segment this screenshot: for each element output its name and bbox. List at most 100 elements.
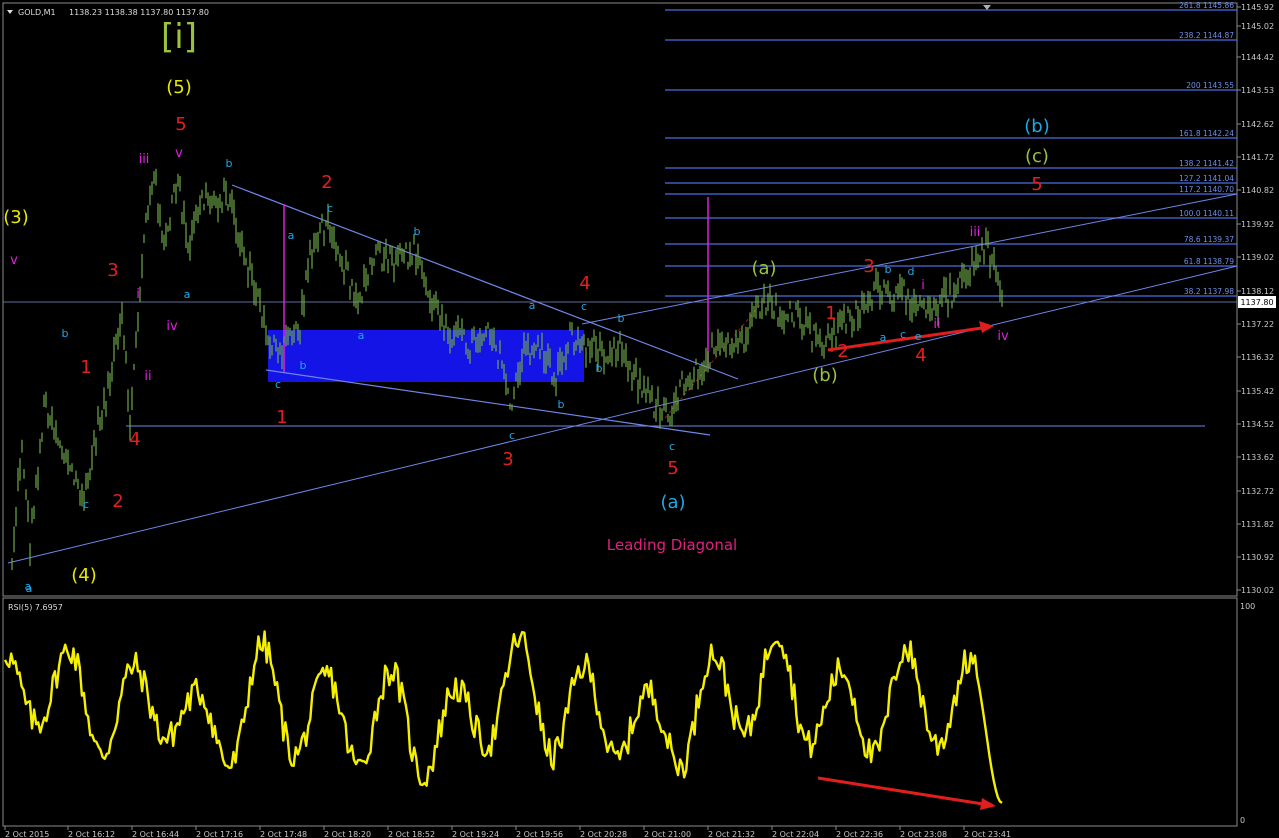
wave-label: 1 xyxy=(825,303,836,324)
wave-label: 1 xyxy=(276,407,287,428)
fib-level-label: 78.6 1139.37 xyxy=(1184,235,1234,244)
wave-label: 4 xyxy=(915,345,926,366)
price-tick-label: 1136.32 xyxy=(1241,353,1274,362)
time-tick-label: 2 Oct 18:20 xyxy=(324,830,371,838)
wave-label: e xyxy=(915,330,922,343)
price-tick-label: 1130.92 xyxy=(1241,553,1274,562)
chart-header[interactable]: GOLD,M1 1138.23 1138.38 1137.80 1137.80 xyxy=(7,8,209,17)
wave-label: b xyxy=(226,157,233,170)
wave-label: ii xyxy=(144,369,151,384)
wave-label: 3 xyxy=(107,260,118,281)
wave-label: iv xyxy=(997,329,1009,344)
wave-label: 1 xyxy=(80,357,91,378)
rsi-title: RSI(5) 7.6957 xyxy=(8,603,63,612)
wave-label: 2 xyxy=(321,172,332,193)
rsi-min-label: 0 xyxy=(1240,816,1245,825)
time-tick-label: 2 Oct 20:28 xyxy=(580,830,627,838)
wave-label: d xyxy=(908,265,915,278)
time-tick-label: 2 Oct 23:08 xyxy=(900,830,947,838)
price-tick-label: 1139.92 xyxy=(1241,220,1274,229)
wave-label: iii xyxy=(970,225,981,240)
fib-level-label: 161.8 1142.24 xyxy=(1179,129,1234,138)
price-tick-label: 1131.82 xyxy=(1241,520,1274,529)
wave-label: a xyxy=(880,331,887,344)
wave-label: a xyxy=(184,288,191,301)
wave-label: (a) xyxy=(751,258,776,279)
ohlc-values: 1138.23 1138.38 1137.80 1137.80 xyxy=(69,8,209,17)
wave-label: iv xyxy=(166,319,178,334)
time-tick-label: 2 Oct 2015 xyxy=(5,830,49,838)
fib-level-label: 61.8 1138.79 xyxy=(1184,257,1234,266)
symbol-label: GOLD,M1 xyxy=(18,8,56,17)
price-tick-label: 1140.82 xyxy=(1241,186,1274,195)
fib-level-label: 200 1143.55 xyxy=(1186,81,1234,90)
wave-label: (b) xyxy=(1024,116,1049,137)
price-tick-label: 1139.02 xyxy=(1241,253,1274,262)
wave-label: a xyxy=(529,299,536,312)
wave-label: c xyxy=(509,429,515,442)
wave-label: b xyxy=(300,359,307,372)
wave-label: 4 xyxy=(579,273,590,294)
time-tick-label: 2 Oct 16:44 xyxy=(132,830,179,838)
wave-label: 5 xyxy=(175,114,186,135)
time-tick-label: 2 Oct 21:32 xyxy=(708,830,755,838)
wave-label: (3) xyxy=(3,207,29,228)
time-tick-label: 2 Oct 22:04 xyxy=(772,830,819,838)
wave-label: 2 xyxy=(837,341,848,362)
time-tick-label: 2 Oct 21:00 xyxy=(644,830,691,838)
price-tick-label: 1144.42 xyxy=(1241,53,1274,62)
wave-label: a xyxy=(25,580,32,593)
wave-label: a xyxy=(288,229,295,242)
current-price-value: 1137.80 xyxy=(1240,298,1273,307)
fib-level-label: 38.2 1137.98 xyxy=(1184,287,1234,296)
wave-label: 5 xyxy=(1031,174,1042,195)
wave-label: c xyxy=(83,498,89,511)
fib-level-label: 238.2 1144.87 xyxy=(1179,31,1234,40)
wave-label: [i] xyxy=(161,17,197,57)
wave-label: 3 xyxy=(502,449,513,470)
wave-label: v xyxy=(175,146,183,161)
wave-label: 3 xyxy=(863,256,874,277)
time-tick-label: 2 Oct 23:41 xyxy=(964,830,1011,838)
fib-level-label: 127.2 1141.04 xyxy=(1179,174,1234,183)
price-tick-label: 1142.62 xyxy=(1241,120,1274,129)
wave-label: c xyxy=(669,440,675,453)
price-tick-label: 1130.02 xyxy=(1241,586,1274,595)
time-tick-label: 2 Oct 17:48 xyxy=(260,830,307,838)
fib-level-label: 261.8 1145.86 xyxy=(1179,1,1234,10)
fib-level-label: 100.0 1140.11 xyxy=(1179,209,1234,218)
wave-label: b xyxy=(414,225,421,238)
time-tick-label: 2 Oct 18:52 xyxy=(388,830,435,838)
wave-label: (5) xyxy=(166,77,192,98)
price-tick-label: 1135.42 xyxy=(1241,387,1274,396)
time-tick-label: 2 Oct 19:56 xyxy=(516,830,563,838)
wave-label: c xyxy=(900,328,906,341)
wave-label: iii xyxy=(139,152,150,167)
fib-level-label: 117.2 1140.70 xyxy=(1179,185,1234,194)
price-tick-label: 1141.72 xyxy=(1241,153,1274,162)
wave-label: 4 xyxy=(129,429,140,450)
wave-label: b xyxy=(596,362,603,375)
wave-label: b xyxy=(558,398,565,411)
price-tick-label: 1134.52 xyxy=(1241,420,1274,429)
wave-label: (4) xyxy=(71,565,97,586)
annotation-leading-diagonal: Leading Diagonal xyxy=(607,536,737,554)
price-tick-label: 1143.53 xyxy=(1241,86,1274,95)
wave-label: (a) xyxy=(660,492,685,513)
chart: GOLD,M1 1138.23 1138.38 1137.80 1137.80 … xyxy=(0,0,1279,838)
time-tick-label: 2 Oct 17:16 xyxy=(196,830,243,838)
highlight-box xyxy=(268,330,584,382)
price-tick-label: 1137.22 xyxy=(1241,320,1274,329)
fib-level-label: 138.2 1141.42 xyxy=(1179,159,1234,168)
wave-label: c xyxy=(581,300,587,313)
wave-label: b xyxy=(618,312,625,325)
wave-label: c xyxy=(327,202,333,215)
time-tick-label: 2 Oct 16:12 xyxy=(68,830,115,838)
price-tick-label: 1145.92 xyxy=(1241,3,1274,12)
wave-label: ii xyxy=(933,317,940,332)
price-tick-label: 1145.02 xyxy=(1241,22,1274,31)
wave-label: (b) xyxy=(812,365,837,386)
rsi-max-label: 100 xyxy=(1240,602,1255,611)
current-price-tag: 1137.80 xyxy=(1238,296,1276,308)
price-tick-label: 1132.72 xyxy=(1241,487,1274,496)
